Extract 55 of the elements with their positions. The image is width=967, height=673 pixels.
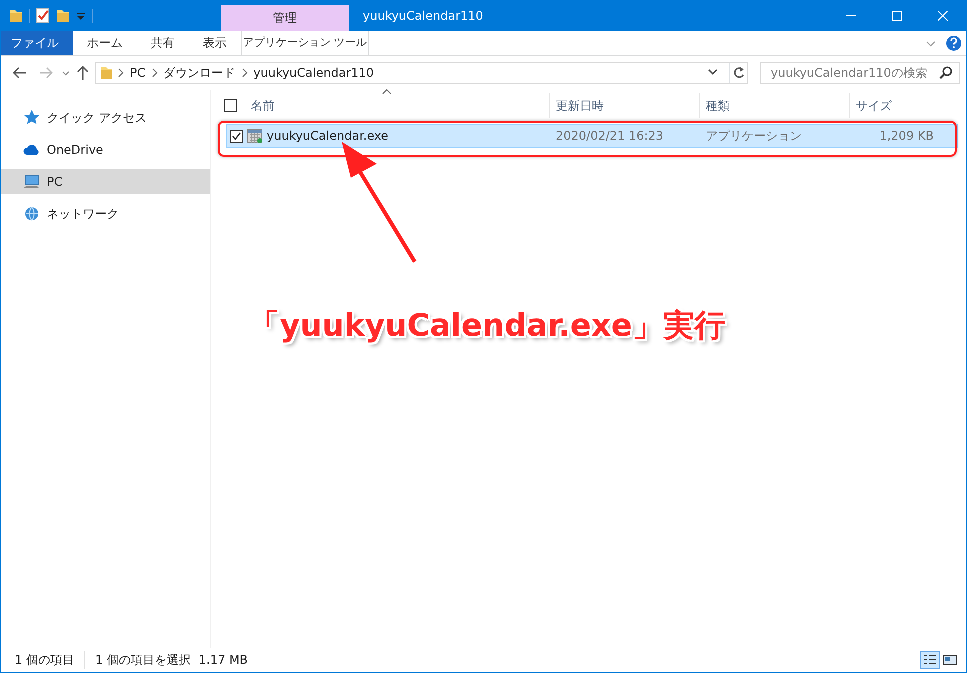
- address-bar[interactable]: PC ダウンロード yuukyuCalendar110: [95, 62, 748, 84]
- file-size: 1,209 KB: [878, 128, 935, 145]
- refresh-button[interactable]: [729, 63, 747, 83]
- ribbon-tab[interactable]: アプリケーション ツール: [241, 31, 369, 55]
- sidebar-item[interactable]: クイック アクセス: [1, 105, 210, 130]
- chevron-right-icon: [118, 68, 124, 78]
- view-button[interactable]: [920, 651, 940, 669]
- search-field[interactable]: yuukyuCalendar110の検索: [760, 62, 960, 84]
- selection-count: 1 個の項目を選択: [84, 651, 191, 669]
- file-type: アプリケーション: [705, 128, 803, 145]
- refresh-icon: [732, 66, 744, 80]
- file-name[interactable]: yuukyuCalendar.exe: [263, 127, 550, 145]
- folder-icon: [100, 65, 112, 81]
- maximize-icon: [892, 11, 902, 21]
- window-title: yuukyuCalendar110: [362, 8, 484, 25]
- modified-date: 2020/02/21 16:23: [555, 128, 665, 145]
- chevron-right-icon: [152, 68, 158, 78]
- minimize-icon: [846, 15, 856, 17]
- dropdown-icon[interactable]: [76, 11, 86, 21]
- column-header[interactable]: 名前: [245, 93, 550, 118]
- ribbon-tab[interactable]: 表示: [189, 31, 241, 55]
- calendar-app-icon: [247, 128, 263, 144]
- column-header[interactable]: 種類: [700, 93, 850, 118]
- column-header[interactable]: サイズ: [850, 93, 950, 118]
- file-row[interactable]: yuukyuCalendar.exe 2020/02/21 16:23 アプリケーション 1,209 KB: [226, 124, 958, 148]
- column-header[interactable]: 更新日時: [550, 93, 700, 118]
- new-folder-icon[interactable]: [56, 8, 70, 24]
- details-view-icon: [922, 653, 938, 667]
- star-icon: [23, 108, 41, 126]
- sidebar-item[interactable]: PC: [1, 169, 210, 194]
- network-icon: [23, 204, 41, 222]
- breadcrumb-item[interactable]: yuukyuCalendar110: [254, 64, 374, 82]
- computer-icon: [23, 172, 41, 190]
- ribbon-tab[interactable]: 共有: [137, 31, 189, 55]
- contextual-tab-label: 管理: [221, 5, 349, 31]
- annotation-caption: 「yuukyuCalendar.exe」実行: [249, 307, 726, 346]
- breadcrumb-item[interactable]: PC: [130, 64, 146, 82]
- ribbon-tab[interactable]: ファイル: [1, 31, 73, 55]
- folder-icon[interactable]: [9, 8, 23, 24]
- properties-icon[interactable]: [36, 8, 50, 24]
- row-checkbox[interactable]: [230, 130, 243, 142]
- select-all-checkbox[interactable]: [224, 99, 237, 112]
- ribbon-tab[interactable]: ホーム: [73, 31, 137, 55]
- sidebar-item[interactable]: OneDrive: [1, 137, 210, 162]
- search-icon: [939, 66, 953, 80]
- up-icon[interactable]: [75, 63, 91, 83]
- breadcrumb-item[interactable]: ダウンロード: [164, 64, 236, 82]
- close-icon: [938, 11, 948, 21]
- chevron-right-icon: [242, 68, 248, 78]
- sidebar-item[interactable]: ネットワーク: [1, 201, 210, 226]
- selection-size: 1.17 MB: [198, 652, 248, 669]
- tiles-view-icon: [942, 653, 958, 667]
- chevron-down-icon[interactable]: [707, 68, 719, 78]
- item-count: 1 個の項目: [15, 652, 74, 669]
- checkmark-icon: [231, 130, 242, 142]
